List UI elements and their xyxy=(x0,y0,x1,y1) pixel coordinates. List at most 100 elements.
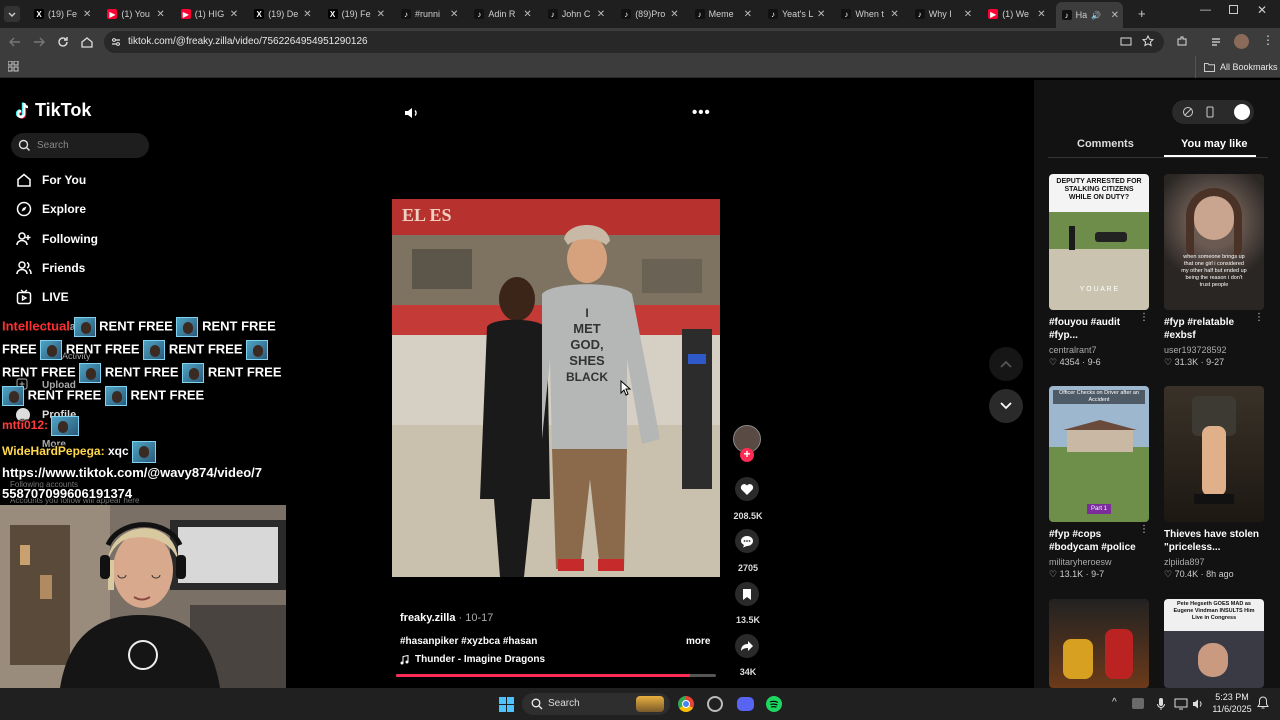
microphone-icon[interactable] xyxy=(1156,697,1166,711)
forward-icon[interactable] xyxy=(32,35,46,49)
close-tab-icon[interactable]: ✕ xyxy=(377,9,385,20)
reload-icon[interactable] xyxy=(56,35,70,49)
browser-tab[interactable]: ♪ (89)Pro ✕ xyxy=(615,4,682,24)
chrome-icon[interactable] xyxy=(678,696,694,712)
minimize-button[interactable]: — xyxy=(1200,4,1211,16)
video-player[interactable]: EL ES I MET GOD, SHES BLACK xyxy=(392,199,720,577)
clock-time[interactable]: 5:23 PM xyxy=(1214,692,1250,702)
browser-tab[interactable]: ♪ Adin R ✕ xyxy=(468,4,535,24)
video-card[interactable]: Thieves have stolen "priceless... zlpiid… xyxy=(1164,386,1264,580)
maximize-button[interactable] xyxy=(1229,5,1238,14)
browser-tab[interactable]: ♪ Meme ✕ xyxy=(689,4,756,24)
close-tab-icon[interactable]: ✕ xyxy=(523,9,531,20)
menu-icon[interactable]: ⋮ xyxy=(1262,33,1274,47)
tray-app-icon[interactable] xyxy=(1132,698,1144,709)
share-button[interactable] xyxy=(735,634,759,658)
more-options-icon[interactable]: ••• xyxy=(692,104,711,121)
back-icon[interactable] xyxy=(8,35,22,49)
card-options-icon[interactable]: ⋮ xyxy=(1139,312,1149,323)
browser-tab[interactable]: X (19) De ✕ xyxy=(248,4,315,24)
clock-date[interactable]: 11/6/2025 xyxy=(1212,704,1252,714)
close-window-button[interactable]: ✕ xyxy=(1257,3,1267,17)
new-tab-button[interactable]: + xyxy=(1138,6,1146,21)
site-info-icon[interactable] xyxy=(110,36,122,48)
obs-icon[interactable] xyxy=(707,696,723,712)
browser-tab[interactable]: ♪ #runni ✕ xyxy=(395,4,462,24)
volume-icon[interactable] xyxy=(404,106,420,120)
video-card[interactable]: DEPUTY ARRESTED FOR STALKING CITIZENS WH… xyxy=(1049,174,1149,368)
close-tab-icon[interactable]: ✕ xyxy=(890,9,898,20)
browser-tab[interactable]: ♪ Ha 🔊 ✕ xyxy=(1055,2,1123,28)
browser-tab[interactable]: X (19) Fe ✕ xyxy=(28,4,95,24)
tiktok-logo[interactable]: TikTok xyxy=(16,100,91,121)
close-tab-icon[interactable]: ✕ xyxy=(670,9,678,20)
media-controls-icon[interactable] xyxy=(1211,36,1223,48)
tray-overflow-icon[interactable]: ^ xyxy=(1112,697,1117,708)
close-tab-icon[interactable]: ✕ xyxy=(1037,9,1045,20)
more-link[interactable]: more xyxy=(686,636,710,647)
nav-friends[interactable]: Friends xyxy=(16,260,85,276)
close-tab-icon[interactable]: ✕ xyxy=(156,9,164,20)
network-icon[interactable] xyxy=(1174,698,1188,710)
close-tab-icon[interactable]: ✕ xyxy=(964,9,972,20)
close-tab-icon[interactable]: ✕ xyxy=(450,9,458,20)
close-tab-icon[interactable]: ✕ xyxy=(303,9,311,20)
extensions-icon[interactable] xyxy=(1176,35,1188,47)
browser-tab[interactable]: ▶ (1) We ✕ xyxy=(982,4,1049,24)
previous-video-button[interactable] xyxy=(989,347,1023,381)
nav-following[interactable]: Following xyxy=(16,231,98,247)
card-options-icon[interactable]: ⋮ xyxy=(1254,312,1264,323)
video-hashtags[interactable]: #hasanpiker #xyzbca #hasan xyxy=(400,636,537,647)
all-bookmarks-link[interactable]: All Bookmarks xyxy=(1220,62,1278,72)
nav-live[interactable]: LIVE xyxy=(16,289,69,305)
next-video-button[interactable] xyxy=(989,389,1023,423)
view-mode-toggle[interactable] xyxy=(1172,100,1254,124)
nav-for-you[interactable]: For You xyxy=(16,172,86,188)
browser-tab[interactable]: ▶ (1) HIG ✕ xyxy=(175,4,242,24)
speaker-icon[interactable] xyxy=(1192,698,1204,710)
spotify-icon[interactable] xyxy=(766,696,782,712)
card-options-icon[interactable]: ⋮ xyxy=(1139,524,1149,535)
video-card[interactable] xyxy=(1049,599,1149,688)
video-card[interactable]: Officer Checks on Driver after an Accide… xyxy=(1049,386,1149,580)
home-icon[interactable] xyxy=(80,35,94,49)
video-card[interactable]: when someone brings up that one girl i c… xyxy=(1164,174,1264,368)
cast-icon[interactable] xyxy=(1120,36,1132,48)
discord-icon[interactable] xyxy=(737,697,754,711)
close-tab-icon[interactable]: ✕ xyxy=(230,9,238,20)
star-icon[interactable] xyxy=(1142,35,1154,47)
follow-plus-button[interactable]: + xyxy=(740,448,754,462)
notification-bell-icon[interactable] xyxy=(1257,696,1269,710)
music-line[interactable]: Thunder - Imagine Dragons xyxy=(400,654,545,665)
comment-button[interactable] xyxy=(735,529,759,553)
nav-explore[interactable]: Explore xyxy=(16,201,86,217)
browser-tab[interactable]: ♪ When t ✕ xyxy=(835,4,902,24)
close-tab-icon[interactable]: ✕ xyxy=(597,9,605,20)
search-input[interactable]: Search xyxy=(11,133,149,158)
apps-icon[interactable] xyxy=(8,61,19,72)
save-button[interactable] xyxy=(735,582,759,606)
tab-you-may-like[interactable]: You may like xyxy=(1181,138,1247,150)
close-tab-icon[interactable]: ✕ xyxy=(83,9,91,20)
profile-avatar[interactable] xyxy=(1234,34,1249,49)
address-bar[interactable]: tiktok.com/@freaky.zilla/video/756226495… xyxy=(104,31,1164,53)
taskbar-search[interactable]: Search xyxy=(522,693,670,715)
windows-start-icon[interactable] xyxy=(499,697,514,712)
browser-tab[interactable]: ▶ (1) You ✕ xyxy=(101,4,168,24)
close-tab-icon[interactable]: ✕ xyxy=(744,9,752,20)
tiktok-icon: ♪ xyxy=(621,9,632,19)
browser-tab[interactable]: ♪ Yeat's L ✕ xyxy=(762,4,829,24)
like-button[interactable] xyxy=(735,477,759,501)
close-tab-icon[interactable]: ✕ xyxy=(817,9,825,20)
video-progress-bar[interactable] xyxy=(396,674,716,677)
close-tab-icon[interactable]: ✕ xyxy=(1111,10,1119,21)
browser-tab[interactable]: X (19) Fe ✕ xyxy=(322,4,389,24)
tab-search-button[interactable] xyxy=(4,6,20,22)
video-author[interactable]: freaky.zilla xyxy=(400,612,455,624)
browser-tab[interactable]: ♪ Why I ✕ xyxy=(909,4,976,24)
chat-text: RENT FREE xyxy=(104,364,179,380)
tab-comments[interactable]: Comments xyxy=(1077,138,1134,150)
tab-audio-icon[interactable]: 🔊 xyxy=(1091,11,1101,20)
browser-tab[interactable]: ♪ John C ✕ xyxy=(542,4,609,24)
video-card[interactable]: Pete Hegseth GOES MAD as Eugene Vindman … xyxy=(1164,599,1264,688)
